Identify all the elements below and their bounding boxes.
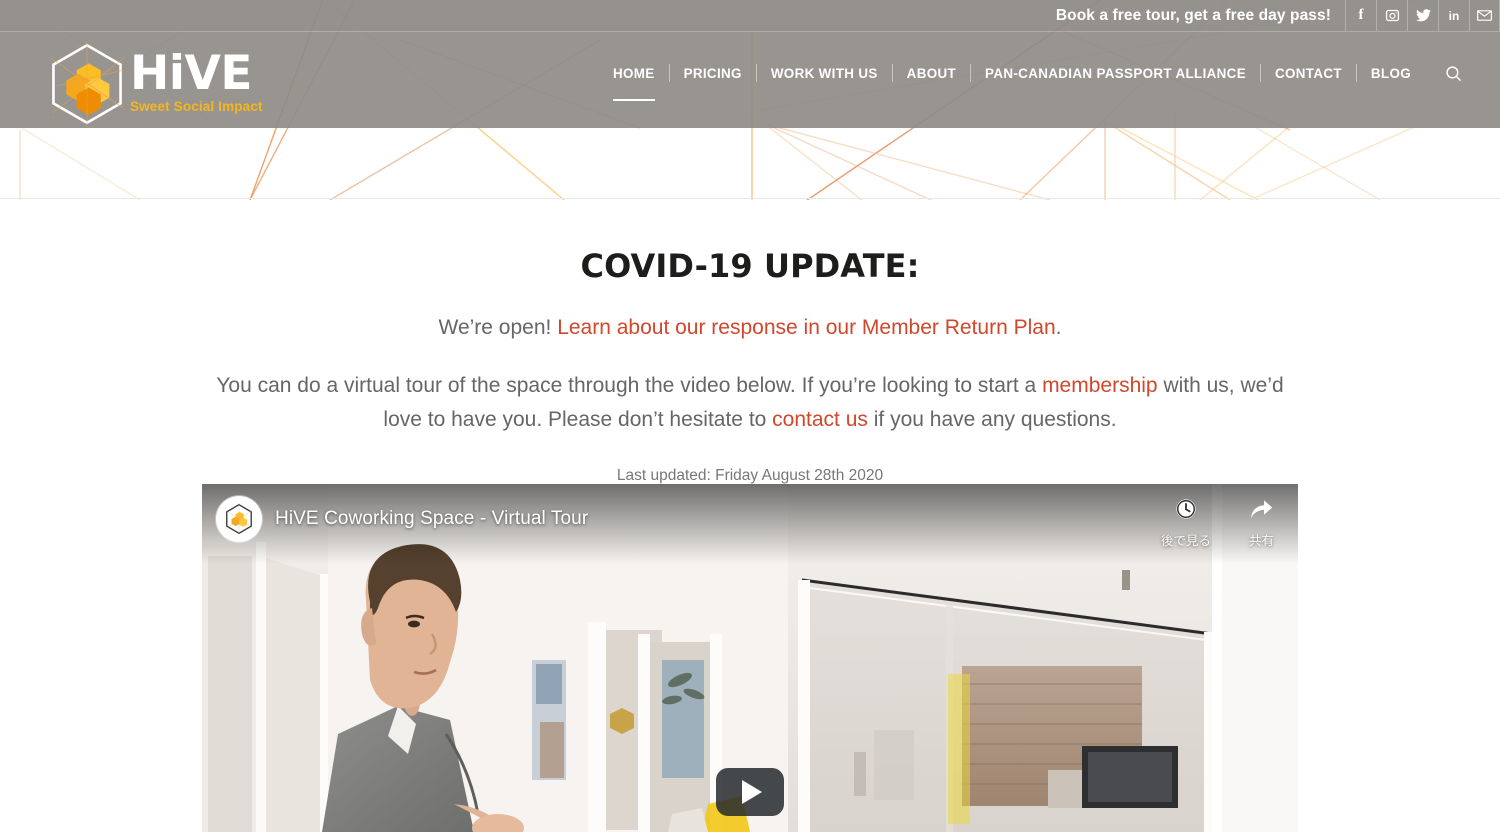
nav-item-about[interactable]: ABOUT [893,66,970,81]
nav-item-contact[interactable]: CONTACT [1261,66,1356,81]
page-title: COVID-19 UPDATE: [580,247,920,285]
linkedin-icon[interactable]: in [1438,0,1469,31]
last-updated-text: Last updated: Friday August 28th 2020 [616,467,884,485]
lede-prefix: We’re open! [438,316,558,339]
nav-item-work-with-us[interactable]: WORK WITH US [757,66,892,81]
body-paragraph: You can do a virtual tour of the space t… [205,369,1295,437]
lede-suffix: . [1055,316,1062,339]
main-content: COVID-19 UPDATE: We’re open! Learn about… [0,199,1500,485]
nav-item-blog[interactable]: BLOG [1357,66,1425,81]
logo-wordmark: HiVE [130,46,252,102]
instagram-icon[interactable] [1376,0,1407,31]
member-return-plan-link[interactable]: Learn about our response in our Member R… [557,316,1055,339]
hive-channel-avatar-icon[interactable] [216,496,262,542]
top-utility-bar: Book a free tour, get a free day pass! f… [0,0,1500,31]
body-text-part-3: if you have any questions. [867,408,1117,432]
search-icon[interactable] [1445,65,1462,82]
hive-hexagon-logo-icon [50,41,126,127]
watch-later-button[interactable]: 後で見る [1161,498,1211,549]
share-arrow-icon [1249,498,1273,525]
header-bottom-band [0,128,1500,199]
contact-us-link[interactable]: contact us [772,408,868,431]
promo-text: Book a free tour, get a free day pass! [1055,6,1331,24]
facebook-icon[interactable]: f [1345,0,1376,31]
nav-item-pricing[interactable]: PRICING [670,66,756,81]
main-navigation: HOME PRICING WORK WITH US ABOUT PAN-CANA… [599,64,1462,101]
clock-icon [1175,498,1197,525]
lede-paragraph: We’re open! Learn about our response in … [0,313,1500,343]
watch-later-label: 後で見る [1160,534,1211,548]
logo-tagline: Sweet Social Impact [130,98,263,114]
nav-item-pan-canadian-passport-alliance[interactable]: PAN-CANADIAN PASSPORT ALLIANCE [971,66,1260,81]
body-text-part-1: You can do a virtual tour of the space t… [216,374,1043,398]
video-actions: 後で見る 共有 [1161,498,1274,549]
email-icon[interactable] [1469,0,1500,31]
social-links: f in [1345,0,1500,31]
site-logo[interactable]: HiVE Sweet Social Impact [44,41,263,127]
play-button-icon[interactable] [716,768,784,816]
play-triangle [742,780,762,804]
video-header: HiVE Coworking Space - Virtual Tour [216,496,588,542]
video-title[interactable]: HiVE Coworking Space - Virtual Tour [275,508,588,530]
page-root: Book a free tour, get a free day pass! f… [0,0,1500,832]
share-label: 共有 [1248,534,1274,548]
membership-link[interactable]: membership [1042,374,1158,397]
share-button[interactable]: 共有 [1249,498,1274,549]
nav-item-home[interactable]: HOME [599,66,669,101]
twitter-icon[interactable] [1407,0,1438,31]
site-header: HiVE Sweet Social Impact HOME PRICING WO… [0,31,1500,128]
